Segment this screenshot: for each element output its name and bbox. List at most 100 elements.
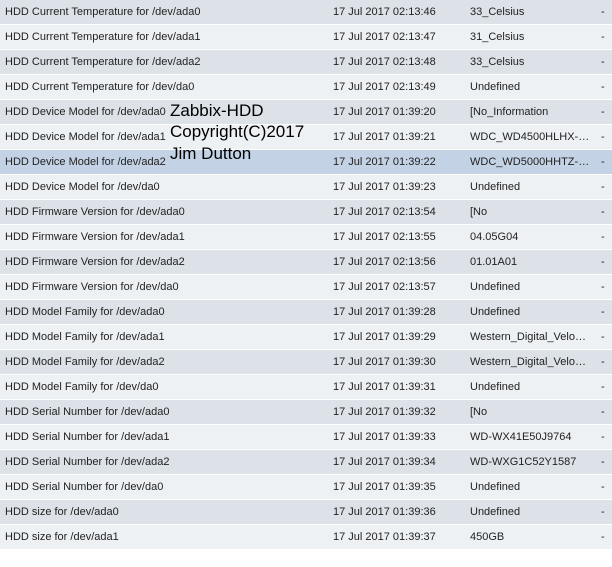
hdd-data-table: HDD Current Temperature for /dev/ada017 … <box>0 0 612 550</box>
change-cell: - <box>596 175 612 200</box>
value-cell: WD-WXG1C52Y1587 <box>465 450 596 475</box>
item-name-cell: HDD Current Temperature for /dev/ada0 <box>0 0 328 25</box>
change-cell: - <box>596 350 612 375</box>
timestamp-cell: 17 Jul 2017 01:39:35 <box>328 475 465 500</box>
timestamp-cell: 17 Jul 2017 02:13:48 <box>328 50 465 75</box>
timestamp-cell: 17 Jul 2017 02:13:57 <box>328 275 465 300</box>
value-cell: 33_Celsius <box>465 50 596 75</box>
value-cell: Western_Digital_VelociRa… <box>465 325 596 350</box>
timestamp-cell: 17 Jul 2017 01:39:31 <box>328 375 465 400</box>
item-name-cell: HDD Model Family for /dev/ada1 <box>0 325 328 350</box>
item-name-cell: HDD Model Family for /dev/ada0 <box>0 300 328 325</box>
timestamp-cell: 17 Jul 2017 02:13:55 <box>328 225 465 250</box>
item-name-cell: HDD Firmware Version for /dev/ada1 <box>0 225 328 250</box>
timestamp-cell: 17 Jul 2017 02:13:49 <box>328 75 465 100</box>
timestamp-cell: 17 Jul 2017 02:13:47 <box>328 25 465 50</box>
change-cell: - <box>596 200 612 225</box>
table-row[interactable]: HDD Serial Number for /dev/ada117 Jul 20… <box>0 425 612 450</box>
table-row[interactable]: HDD Current Temperature for /dev/ada217 … <box>0 50 612 75</box>
value-cell: Undefined <box>465 500 596 525</box>
value-cell: Undefined <box>465 475 596 500</box>
value-cell: [No <box>465 200 596 225</box>
table-row[interactable]: HDD size for /dev/ada017 Jul 2017 01:39:… <box>0 500 612 525</box>
timestamp-cell: 17 Jul 2017 01:39:30 <box>328 350 465 375</box>
table-row[interactable]: HDD Model Family for /dev/ada017 Jul 201… <box>0 300 612 325</box>
table-row[interactable]: HDD Model Family for /dev/ada217 Jul 201… <box>0 350 612 375</box>
item-name-cell: HDD Current Temperature for /dev/ada2 <box>0 50 328 75</box>
change-cell: - <box>596 475 612 500</box>
change-cell: - <box>596 500 612 525</box>
item-name-cell: HDD Model Family for /dev/da0 <box>0 375 328 400</box>
value-cell: Undefined <box>465 75 596 100</box>
item-name-cell: HDD Serial Number for /dev/da0 <box>0 475 328 500</box>
timestamp-cell: 17 Jul 2017 01:39:28 <box>328 300 465 325</box>
table-row[interactable]: HDD Device Model for /dev/ada217 Jul 201… <box>0 150 612 175</box>
timestamp-cell: 17 Jul 2017 01:39:20 <box>328 100 465 125</box>
change-cell: - <box>596 400 612 425</box>
timestamp-cell: 17 Jul 2017 01:39:29 <box>328 325 465 350</box>
table-row[interactable]: HDD Firmware Version for /dev/da017 Jul … <box>0 275 612 300</box>
table-row[interactable]: HDD Serial Number for /dev/ada017 Jul 20… <box>0 400 612 425</box>
item-name-cell: HDD Current Temperature for /dev/da0 <box>0 75 328 100</box>
table-row[interactable]: HDD Device Model for /dev/ada117 Jul 201… <box>0 125 612 150</box>
value-cell: Undefined <box>465 275 596 300</box>
timestamp-cell: 17 Jul 2017 01:39:23 <box>328 175 465 200</box>
change-cell: - <box>596 100 612 125</box>
table-row[interactable]: HDD size for /dev/ada117 Jul 2017 01:39:… <box>0 525 612 550</box>
item-name-cell: HDD Current Temperature for /dev/ada1 <box>0 25 328 50</box>
item-name-cell: HDD Device Model for /dev/ada0 <box>0 100 328 125</box>
table-row[interactable]: HDD Firmware Version for /dev/ada117 Jul… <box>0 225 612 250</box>
change-cell: - <box>596 50 612 75</box>
change-cell: - <box>596 0 612 25</box>
timestamp-cell: 17 Jul 2017 01:39:32 <box>328 400 465 425</box>
change-cell: - <box>596 250 612 275</box>
table-row[interactable]: HDD Firmware Version for /dev/ada017 Jul… <box>0 200 612 225</box>
timestamp-cell: 17 Jul 2017 01:39:36 <box>328 500 465 525</box>
timestamp-cell: 17 Jul 2017 01:39:34 <box>328 450 465 475</box>
change-cell: - <box>596 225 612 250</box>
item-name-cell: HDD Firmware Version for /dev/ada0 <box>0 200 328 225</box>
table-row[interactable]: HDD Current Temperature for /dev/da017 J… <box>0 75 612 100</box>
value-cell: 31_Celsius <box>465 25 596 50</box>
value-cell: Undefined <box>465 375 596 400</box>
table-row[interactable]: HDD Current Temperature for /dev/ada017 … <box>0 0 612 25</box>
value-cell: Undefined <box>465 175 596 200</box>
value-cell: [No_Information <box>465 100 596 125</box>
change-cell: - <box>596 425 612 450</box>
table-row[interactable]: HDD Model Family for /dev/da017 Jul 2017… <box>0 375 612 400</box>
table-row[interactable]: HDD Serial Number for /dev/da017 Jul 201… <box>0 475 612 500</box>
value-cell: 33_Celsius <box>465 0 596 25</box>
table-row[interactable]: HDD Current Temperature for /dev/ada117 … <box>0 25 612 50</box>
item-name-cell: HDD Device Model for /dev/ada2 <box>0 150 328 175</box>
change-cell: - <box>596 375 612 400</box>
value-cell: Western_Digital_VelociRa… <box>465 350 596 375</box>
item-name-cell: HDD Device Model for /dev/ada1 <box>0 125 328 150</box>
change-cell: - <box>596 275 612 300</box>
item-name-cell: HDD Firmware Version for /dev/ada2 <box>0 250 328 275</box>
item-name-cell: HDD Serial Number for /dev/ada2 <box>0 450 328 475</box>
table-row[interactable]: HDD Model Family for /dev/ada117 Jul 201… <box>0 325 612 350</box>
table-row[interactable]: HDD Device Model for /dev/da017 Jul 2017… <box>0 175 612 200</box>
timestamp-cell: 17 Jul 2017 02:13:54 <box>328 200 465 225</box>
value-cell: 01.01A01 <box>465 250 596 275</box>
item-name-cell: HDD Model Family for /dev/ada2 <box>0 350 328 375</box>
value-cell: WD-WX41E50J9764 <box>465 425 596 450</box>
change-cell: - <box>596 450 612 475</box>
timestamp-cell: 17 Jul 2017 02:13:46 <box>328 0 465 25</box>
change-cell: - <box>596 150 612 175</box>
item-name-cell: HDD size for /dev/ada0 <box>0 500 328 525</box>
item-name-cell: HDD Firmware Version for /dev/da0 <box>0 275 328 300</box>
change-cell: - <box>596 525 612 550</box>
timestamp-cell: 17 Jul 2017 01:39:33 <box>328 425 465 450</box>
timestamp-cell: 17 Jul 2017 01:39:22 <box>328 150 465 175</box>
item-name-cell: HDD Serial Number for /dev/ada1 <box>0 425 328 450</box>
table-row[interactable]: HDD Serial Number for /dev/ada217 Jul 20… <box>0 450 612 475</box>
item-name-cell: HDD Device Model for /dev/da0 <box>0 175 328 200</box>
value-cell: WDC_WD4500HLHX-01J… <box>465 125 596 150</box>
value-cell: WDC_WD5000HHTZ-04N… <box>465 150 596 175</box>
table-row[interactable]: HDD Firmware Version for /dev/ada217 Jul… <box>0 250 612 275</box>
value-cell: 04.05G04 <box>465 225 596 250</box>
change-cell: - <box>596 75 612 100</box>
table-row[interactable]: HDD Device Model for /dev/ada017 Jul 201… <box>0 100 612 125</box>
timestamp-cell: 17 Jul 2017 02:13:56 <box>328 250 465 275</box>
